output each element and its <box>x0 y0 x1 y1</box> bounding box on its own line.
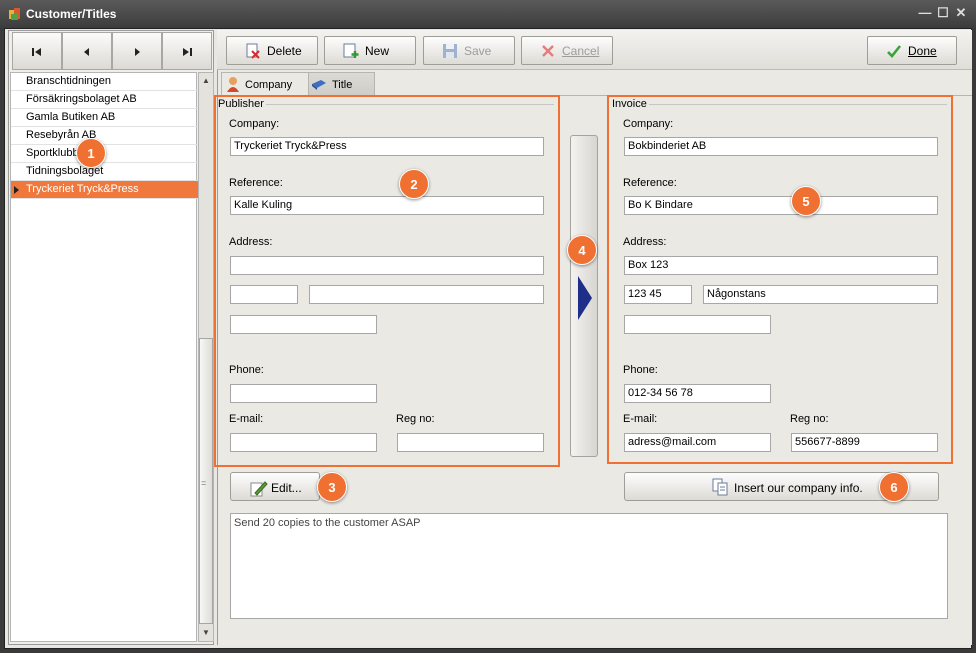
publisher-city-field[interactable] <box>309 285 544 304</box>
book-icon <box>312 80 326 90</box>
scroll-up-icon[interactable]: ▲ <box>202 76 210 85</box>
tab-company[interactable]: Company <box>221 72 309 96</box>
minimize-button[interactable]: — <box>916 5 934 20</box>
notes-textarea[interactable]: Send 20 copies to the customer ASAP <box>230 513 948 619</box>
cancel-button[interactable]: Cancel <box>521 36 613 65</box>
invoice-regno-label: Reg no: <box>790 413 829 425</box>
publisher-regno-field[interactable] <box>397 433 544 452</box>
splitter-grip-icon[interactable]: = <box>201 478 206 488</box>
list-item[interactable]: Försäkringsbolaget AB <box>11 91 198 109</box>
edit-button[interactable]: Edit... <box>230 472 320 501</box>
publisher-reference-label: Reference: <box>229 177 283 189</box>
publisher-zip-field[interactable] <box>230 285 298 304</box>
app-icon <box>9 8 20 20</box>
save-button[interactable]: Save <box>423 36 515 65</box>
skip-first-icon <box>32 48 41 56</box>
invoice-address-label: Address: <box>623 236 667 248</box>
next-record-button[interactable] <box>112 32 162 70</box>
document-icon <box>712 478 728 496</box>
publisher-phone-field[interactable] <box>230 384 377 403</box>
publisher-group-label: Publisher <box>218 98 266 110</box>
save-icon <box>443 44 457 58</box>
publisher-company-label: Company: <box>229 118 280 130</box>
row-indicator-icon <box>14 186 19 194</box>
delete-button[interactable]: Delete <box>226 36 318 65</box>
invoice-city-field[interactable]: Någonstans <box>703 285 938 304</box>
publisher-company-field[interactable]: Tryckeriet Tryck&Press <box>230 137 544 156</box>
copy-to-invoice-button[interactable] <box>570 135 598 457</box>
window-title: Customer/Titles <box>26 7 117 21</box>
close-button[interactable]: ✕ <box>952 5 970 21</box>
callout-badge: 1 <box>76 138 106 168</box>
invoice-country-field[interactable] <box>624 315 771 334</box>
list-item[interactable]: Resebyrån AB <box>11 127 198 145</box>
list-item[interactable]: Gamla Butiken AB <box>11 109 198 127</box>
person-icon <box>227 77 239 92</box>
done-button[interactable]: Done <box>867 36 957 65</box>
publisher-email-field[interactable] <box>230 433 377 452</box>
new-button[interactable]: New <box>324 36 416 65</box>
title-bar: Customer/Titles — ☐ ✕ <box>0 0 976 28</box>
arrow-right-icon <box>578 276 592 320</box>
callout-badge: 5 <box>791 186 821 216</box>
cancel-icon <box>542 45 554 57</box>
previous-record-button[interactable] <box>62 32 112 70</box>
first-record-button[interactable] <box>12 32 62 70</box>
invoice-address-field[interactable]: Box 123 <box>624 256 938 275</box>
invoice-phone-field[interactable]: 012-34 56 78 <box>624 384 771 403</box>
publisher-group-line <box>220 104 554 105</box>
last-record-button[interactable] <box>162 32 212 70</box>
invoice-reference-field[interactable]: Bo K Bindare <box>624 196 938 215</box>
publisher-address-field[interactable] <box>230 256 544 275</box>
invoice-regno-field[interactable]: 556677-8899 <box>791 433 938 452</box>
list-item-selected[interactable]: Tryckeriet Tryck&Press <box>11 181 198 199</box>
tab-title[interactable]: Title <box>305 72 375 96</box>
invoice-zip-field[interactable]: 123 45 <box>624 285 692 304</box>
invoice-email-field[interactable]: adress@mail.com <box>624 433 771 452</box>
invoice-reference-label: Reference: <box>623 177 677 189</box>
list-item[interactable]: Branschtidningen <box>11 73 198 91</box>
publisher-address-label: Address: <box>229 236 273 248</box>
publisher-phone-label: Phone: <box>229 364 264 376</box>
skip-last-icon <box>183 48 192 56</box>
callout-badge: 6 <box>879 472 909 502</box>
chevron-left-icon <box>84 48 89 56</box>
invoice-group-label: Invoice <box>612 98 649 110</box>
delete-icon <box>246 43 260 59</box>
maximize-button[interactable]: ☐ <box>934 5 952 21</box>
invoice-phone-label: Phone: <box>623 364 658 376</box>
callout-badge: 4 <box>567 235 597 265</box>
publisher-country-field[interactable] <box>230 315 377 334</box>
publisher-reference-field[interactable]: Kalle Kuling <box>230 196 544 215</box>
publisher-email-label: E-mail: <box>229 413 264 425</box>
new-icon <box>343 43 359 58</box>
chevron-right-icon <box>135 48 140 56</box>
list-item[interactable]: Tidningsbolaget <box>11 163 198 181</box>
invoice-group-line <box>613 104 947 105</box>
callout-badge: 3 <box>317 472 347 502</box>
pencil-icon <box>250 481 268 497</box>
publisher-regno-label: Reg no: <box>396 413 435 425</box>
invoice-company-label: Company: <box>623 118 674 130</box>
callout-badge: 2 <box>399 169 429 199</box>
invoice-email-label: E-mail: <box>623 413 658 425</box>
checkmark-icon <box>887 45 902 58</box>
invoice-company-field[interactable]: Bokbinderiet AB <box>624 137 938 156</box>
scroll-down-icon[interactable]: ▼ <box>202 628 210 637</box>
